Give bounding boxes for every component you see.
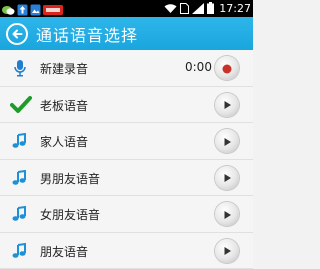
list-item-girlfriend-voice[interactable]: 女朋友语音 xyxy=(0,196,253,233)
record-button[interactable] xyxy=(215,56,239,80)
list-item-label: 男朋友语音 xyxy=(40,170,100,187)
play-button[interactable] xyxy=(215,239,239,263)
play-icon xyxy=(222,205,232,224)
list-item-label: 女朋友语音 xyxy=(40,206,100,223)
list-item-label: 朋友语音 xyxy=(40,243,88,260)
status-time: 17:27 xyxy=(219,2,251,15)
page-title: 通话语音选择 xyxy=(36,22,138,46)
record-icon xyxy=(222,59,232,78)
music-note-icon xyxy=(10,131,30,151)
status-bar: 17:27 xyxy=(0,0,253,17)
battery-icon xyxy=(207,0,214,18)
voice-list: 新建录音 0:00 老板语音 家人语音 xyxy=(0,50,253,269)
title-bar: 通话语音选择 xyxy=(0,17,253,50)
microphone-icon xyxy=(10,58,30,78)
back-arrow-icon[interactable] xyxy=(6,23,28,45)
list-item-boyfriend-voice[interactable]: 男朋友语音 xyxy=(0,160,253,197)
play-icon xyxy=(222,132,232,151)
list-item-boss-voice[interactable]: 老板语音 xyxy=(0,87,253,124)
list-item-family-voice[interactable]: 家人语音 xyxy=(0,123,253,160)
list-item-friend-voice[interactable]: 朋友语音 xyxy=(0,233,253,269)
play-button[interactable] xyxy=(215,202,239,226)
music-note-icon xyxy=(10,241,30,261)
list-item-new-recording[interactable]: 新建录音 0:00 xyxy=(0,50,253,87)
music-note-icon xyxy=(10,204,30,224)
wifi-icon xyxy=(164,0,177,18)
list-item-label: 家人语音 xyxy=(40,133,88,150)
signal-icon xyxy=(192,0,204,18)
play-icon xyxy=(222,95,232,114)
play-icon xyxy=(222,241,232,260)
play-button[interactable] xyxy=(215,166,239,190)
play-button[interactable] xyxy=(215,93,239,117)
music-note-icon xyxy=(10,168,30,188)
list-item-label: 老板语音 xyxy=(40,97,88,114)
sim-icon xyxy=(180,0,189,18)
checkmark-icon xyxy=(10,95,30,115)
list-item-label: 新建录音 xyxy=(40,60,88,77)
record-duration: 0:00 xyxy=(185,60,212,74)
play-button[interactable] xyxy=(215,129,239,153)
play-icon xyxy=(222,168,232,187)
